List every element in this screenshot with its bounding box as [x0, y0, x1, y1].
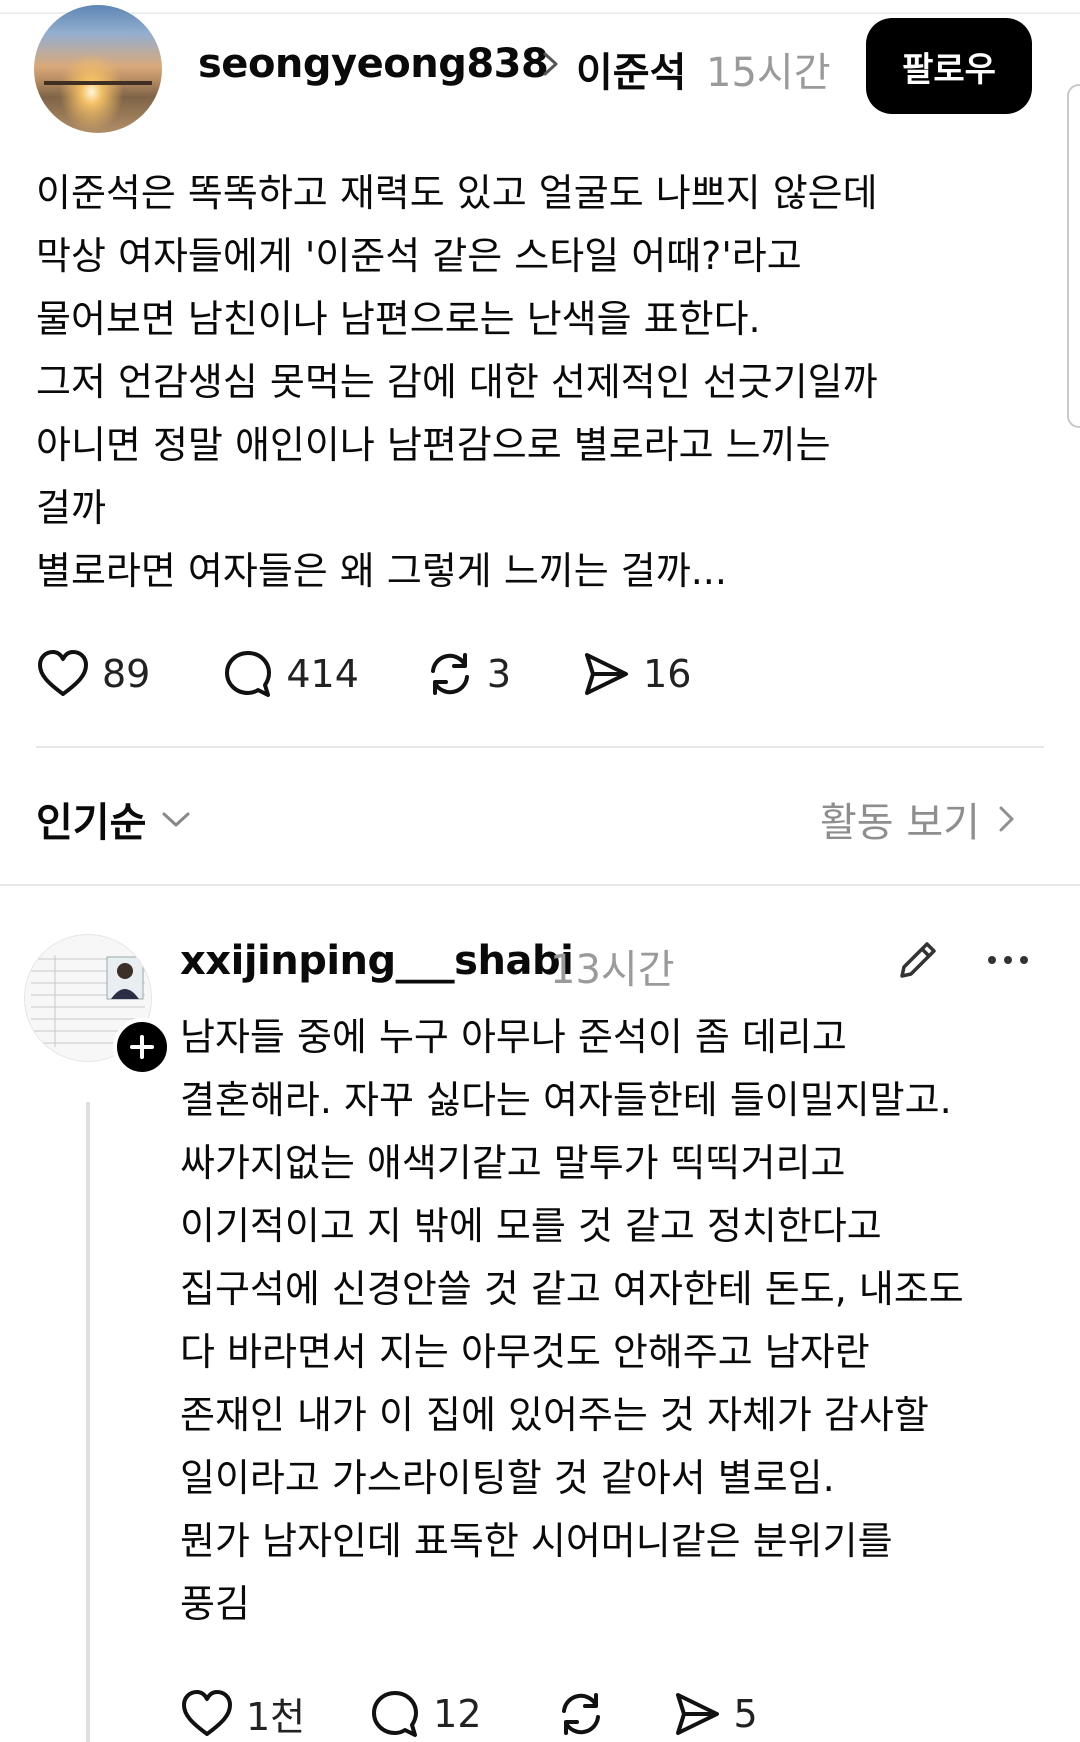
reply-line: 풍김 [180, 1582, 250, 1626]
chevron-down-icon [162, 812, 190, 827]
reply-text: 남자들 중에 누구 아무나 준석이 좀 데리고 결혼해라. 자꾸 싫다는 여자들… [180, 1006, 1060, 1636]
reply-line: 다 바라면서 지는 아무것도 안해주고 남자란 [180, 1330, 870, 1374]
top-divider [0, 0, 1080, 14]
share-count: 16 [643, 652, 692, 696]
post-line: 물어보면 남친이나 남편으로는 난색을 표한다. [36, 297, 761, 341]
post-line: 걸까 [36, 486, 106, 530]
chevron-right-icon [999, 806, 1014, 832]
post-time: 15시간 [706, 50, 831, 96]
section-divider [0, 884, 1080, 886]
post-line: 막상 여자들에게 '이준석 같은 스타일 어때?'라고 [36, 234, 802, 278]
reply-comment-button[interactable]: 12 [369, 1688, 482, 1740]
sort-label: 인기순 [36, 800, 147, 846]
like-count: 89 [102, 652, 151, 696]
post-line: 이준석은 똑똑하고 재력도 있고 얼굴도 나쁘지 않은데 [36, 171, 878, 215]
comment-button[interactable]: 414 [222, 648, 359, 700]
comment-bubble-icon [372, 1690, 419, 1737]
repost-count: 3 [486, 652, 512, 696]
post-actions: 89 414 3 16 [36, 648, 691, 700]
post-line: 그저 언감생심 못먹는 감에 대한 선제적인 선긋기일까 [36, 360, 878, 404]
post-text: 이준석은 똑똑하고 재력도 있고 얼굴도 나쁘지 않은데 막상 여자들에게 '이… [36, 162, 1036, 603]
author-avatar[interactable] [34, 5, 162, 133]
reply-like-button[interactable]: 1천 [180, 1686, 305, 1741]
reply-line: 이기적이고 지 밖에 모를 것 같고 정치한다고 [180, 1204, 882, 1248]
comment-bubble-icon [225, 651, 272, 697]
topic-tag[interactable]: 이준석 [576, 40, 686, 98]
reply-line: 남자들 중에 누구 아무나 준석이 좀 데리고 [180, 1015, 847, 1059]
heart-icon [38, 650, 88, 696]
reply-line: 싸가지없는 애색기같고 말투가 띡띡거리고 [180, 1141, 846, 1185]
send-icon [675, 1692, 719, 1735]
reply-line: 존재인 내가 이 집에 있어주는 것 자체가 감사할 [180, 1393, 929, 1437]
divider [36, 746, 1044, 748]
repost-icon [430, 653, 469, 695]
follow-plus-button[interactable] [113, 1018, 171, 1076]
share-button[interactable]: 16 [581, 649, 691, 699]
follow-button[interactable]: 팔로우 [866, 18, 1032, 114]
thread-line [86, 1102, 90, 1742]
view-activity-link[interactable]: 활동 보기 [820, 790, 1018, 848]
repost-icon [561, 1692, 600, 1735]
reply-line: 결혼해라. 자꾸 싫다는 여자들한테 들이밀지말고. [180, 1078, 952, 1122]
chevron-right-icon [543, 52, 558, 76]
reply-share-button[interactable]: 5 [672, 1689, 758, 1739]
activity-label: 활동 보기 [820, 800, 980, 846]
repost-button[interactable]: 3 [425, 649, 511, 699]
comment-count: 414 [286, 652, 359, 696]
reply-comment-count: 12 [433, 1691, 482, 1736]
more-horizontal-icon[interactable] [986, 950, 1030, 970]
reply-like-count: 1천 [246, 1695, 306, 1739]
reply-username[interactable]: xxijinping___shabi [180, 938, 574, 984]
reply-line: 뭔가 남자인데 표독한 시어머니같은 분위기를 [180, 1519, 893, 1563]
pencil-icon[interactable] [894, 936, 942, 984]
reply-repost-button[interactable] [556, 1689, 606, 1739]
plus-icon [130, 1035, 154, 1059]
heart-icon [182, 1689, 232, 1736]
post-line: 아니면 정말 애인이나 남편감으로 별로라고 느끼는 [36, 423, 831, 467]
like-button[interactable]: 89 [36, 648, 150, 700]
reply-line: 일이라고 가스라이팅할 것 같아서 별로임. [180, 1456, 835, 1500]
author-username[interactable]: seongyeong838 [198, 41, 549, 87]
reply-share-count: 5 [733, 1691, 758, 1736]
sort-dropdown[interactable]: 인기순 [36, 790, 194, 848]
scrollbar[interactable] [1067, 84, 1080, 428]
reply-line: 집구석에 신경안쓸 것 같고 여자한테 돈도, 내조도 [180, 1267, 964, 1311]
reply-time: 13시간 [550, 947, 675, 993]
send-icon [585, 653, 629, 695]
reply-actions: 1천 12 5 [180, 1686, 758, 1741]
post-line: 별로라면 여자들은 왜 그렇게 느끼는 걸까... [36, 549, 727, 593]
